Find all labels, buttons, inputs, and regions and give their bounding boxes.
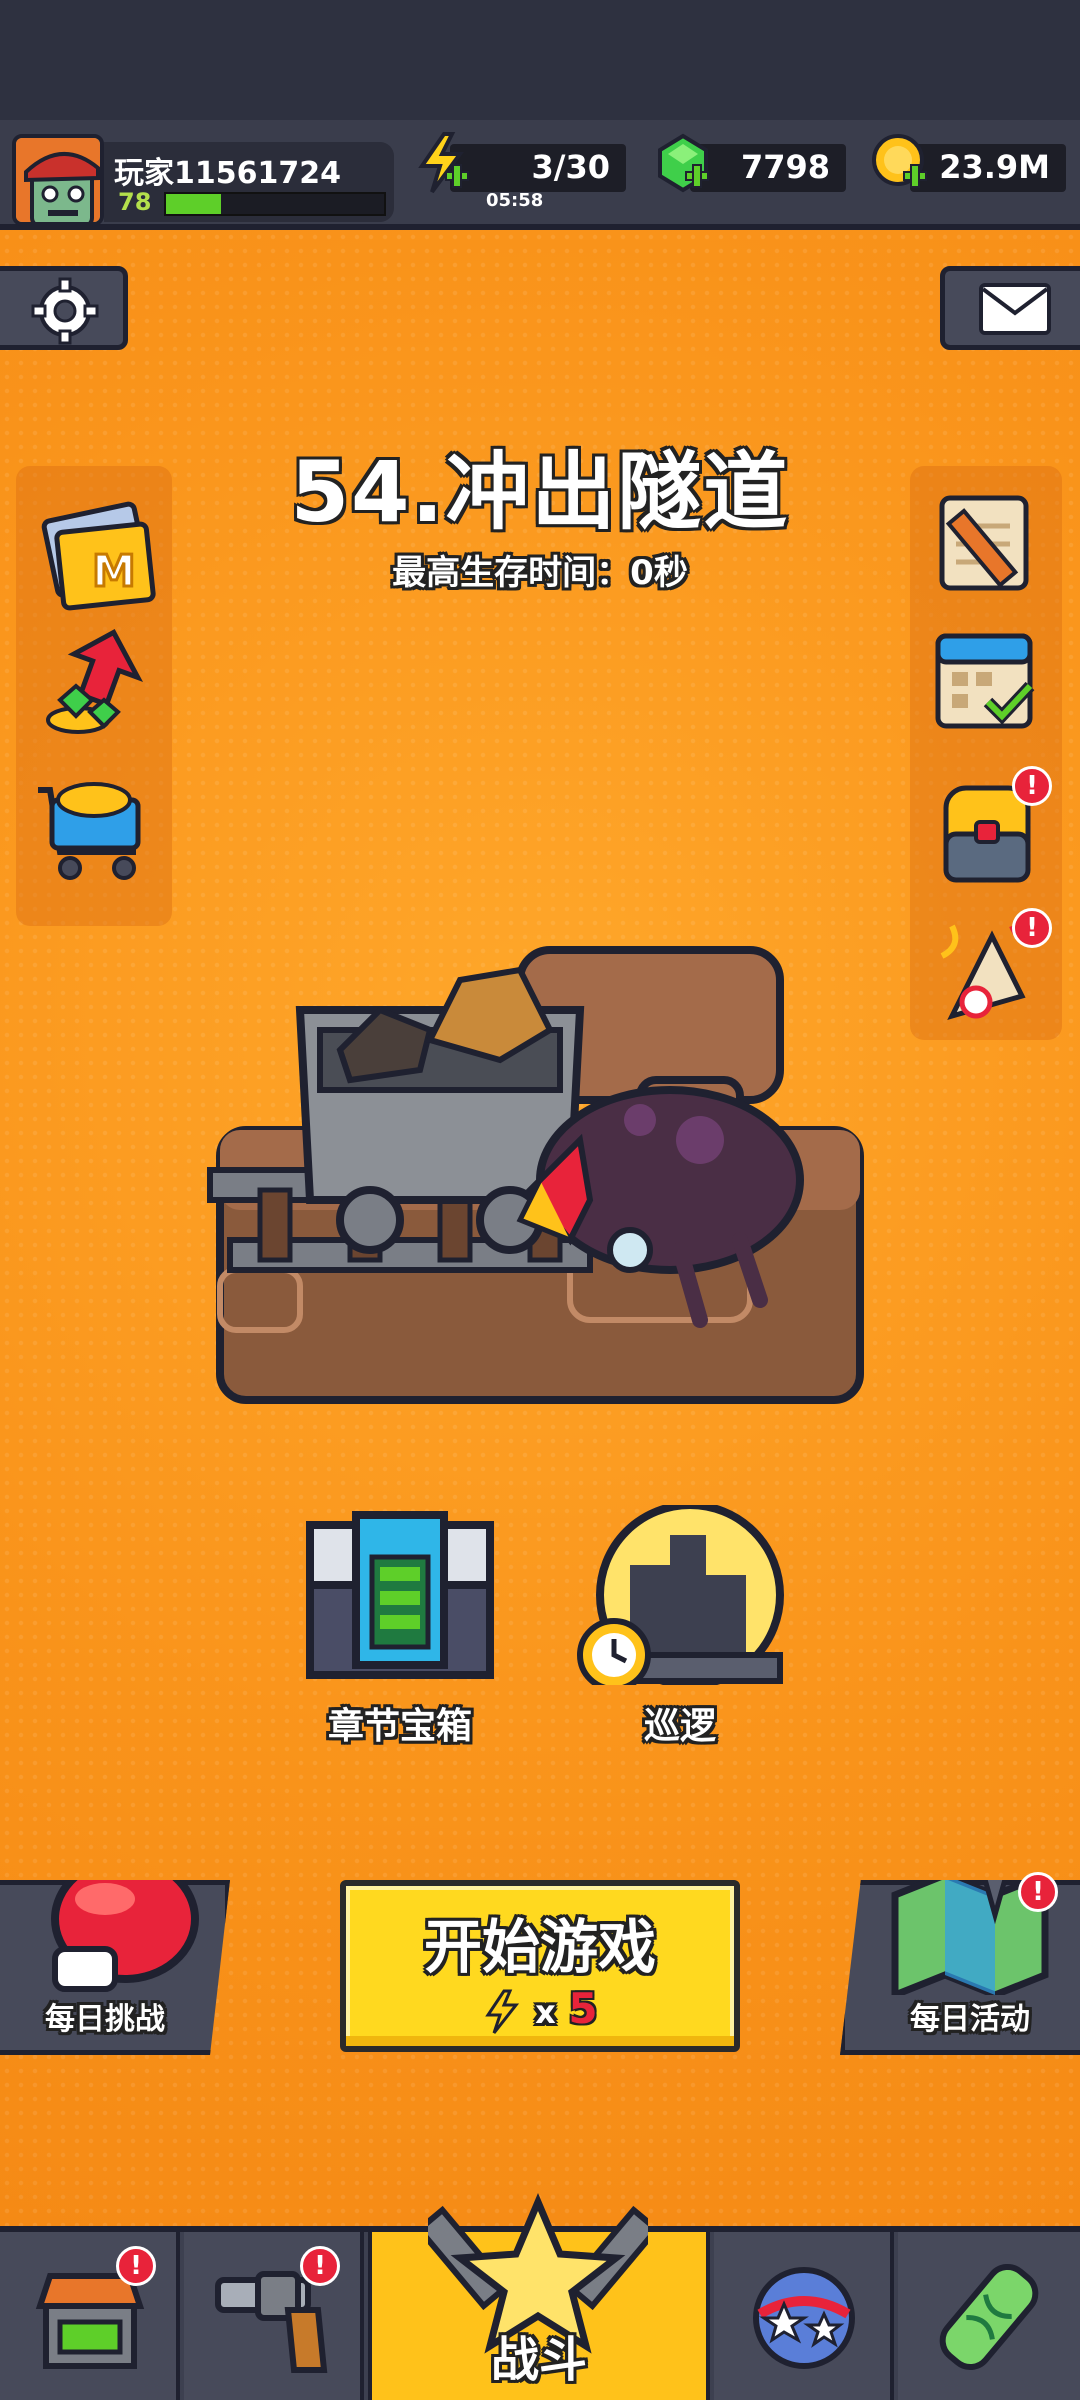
daily-event-label: 每日活动 xyxy=(910,2002,1030,2037)
nav-tab-equipment[interactable]: ! xyxy=(184,2232,364,2400)
gear-icon xyxy=(31,277,99,345)
zombie-avatar-icon xyxy=(16,138,100,222)
chapter-chest-icon xyxy=(306,1511,494,1679)
start-cost-value: 5 xyxy=(568,1984,598,2033)
dna-capsule-icon xyxy=(939,2263,1039,2371)
coin-value: 23.9M xyxy=(939,148,1050,186)
growth-fund-icon[interactable] xyxy=(30,620,160,750)
start-cost-multiplier: x xyxy=(535,1993,556,2031)
nav-tab-battle[interactable]: 战斗 xyxy=(368,2193,710,2400)
energy-value: 3/30 xyxy=(531,148,610,186)
envelope-icon xyxy=(979,283,1051,335)
player-level: 78 xyxy=(118,188,152,216)
gold-coin-plus-icon[interactable] xyxy=(870,132,932,194)
patrol-button[interactable]: 巡逻 xyxy=(570,1501,790,1749)
gem-value: 7798 xyxy=(740,148,830,186)
patrol-city-icon xyxy=(577,1501,784,1692)
stage-illustration-mine-cart[interactable] xyxy=(200,940,880,1470)
daily-challenge-button[interactable]: 每日挑战 xyxy=(0,1880,230,2055)
xp-progress-bar xyxy=(164,192,386,216)
start-game-cost: x 5 xyxy=(346,1984,734,2035)
nav-tab-shop[interactable]: ! xyxy=(0,2232,180,2400)
patrol-label: 巡逻 xyxy=(643,1706,716,1747)
daily-event-alert-badge: ! xyxy=(1018,1872,1058,1912)
stage-best-time: 最高生存时间：0秒 xyxy=(392,553,688,593)
bottom-navigation: ! ! 战斗 xyxy=(0,2193,1080,2400)
energy-counter[interactable]: 3/30 xyxy=(450,144,626,192)
battle-tab-label: 战斗 xyxy=(490,2332,587,2388)
chapter-chest-label: 章节宝箱 xyxy=(327,1706,472,1747)
player-info-panel[interactable]: 玩家11561724 78 xyxy=(104,142,394,222)
xp-progress-fill xyxy=(166,194,221,214)
nav-tab-evolution[interactable] xyxy=(898,2232,1080,2400)
chapter-chest-button[interactable]: 章节宝箱 xyxy=(300,1505,500,1749)
resource-bar: 玩家11561724 78 3/30 05:58 7798 23.9M xyxy=(0,120,1080,230)
system-status-bar xyxy=(0,0,1080,120)
nav-tab-talents[interactable] xyxy=(714,2232,894,2400)
player-avatar[interactable] xyxy=(12,134,104,226)
lightning-plus-icon[interactable] xyxy=(414,132,476,194)
backpack-alert-badge: ! xyxy=(1012,766,1052,806)
coin-counter[interactable]: 23.9M xyxy=(910,144,1066,192)
shop-alert-badge: ! xyxy=(116,2246,156,2286)
talent-orb-icon xyxy=(753,2267,855,2369)
equipment-alert-badge: ! xyxy=(300,2246,340,2286)
lightning-icon xyxy=(485,1989,520,2034)
daily-challenge-label: 每日挑战 xyxy=(45,2002,165,2037)
calendar-check-icon[interactable] xyxy=(922,614,1052,744)
start-game-button[interactable]: 开始游戏 x 5 xyxy=(340,1880,740,2052)
mail-button[interactable] xyxy=(940,266,1080,350)
green-gem-plus-icon[interactable] xyxy=(652,132,714,194)
energy-timer: 05:58 xyxy=(486,190,544,211)
party-alert-badge: ! xyxy=(1012,908,1052,948)
stage-title: 54.冲出隧道 xyxy=(290,443,790,541)
shop-cart-icon[interactable] xyxy=(30,760,160,890)
start-game-label: 开始游戏 xyxy=(423,1913,656,1981)
settings-button[interactable] xyxy=(0,266,128,350)
player-name: 玩家11561724 xyxy=(114,156,341,191)
